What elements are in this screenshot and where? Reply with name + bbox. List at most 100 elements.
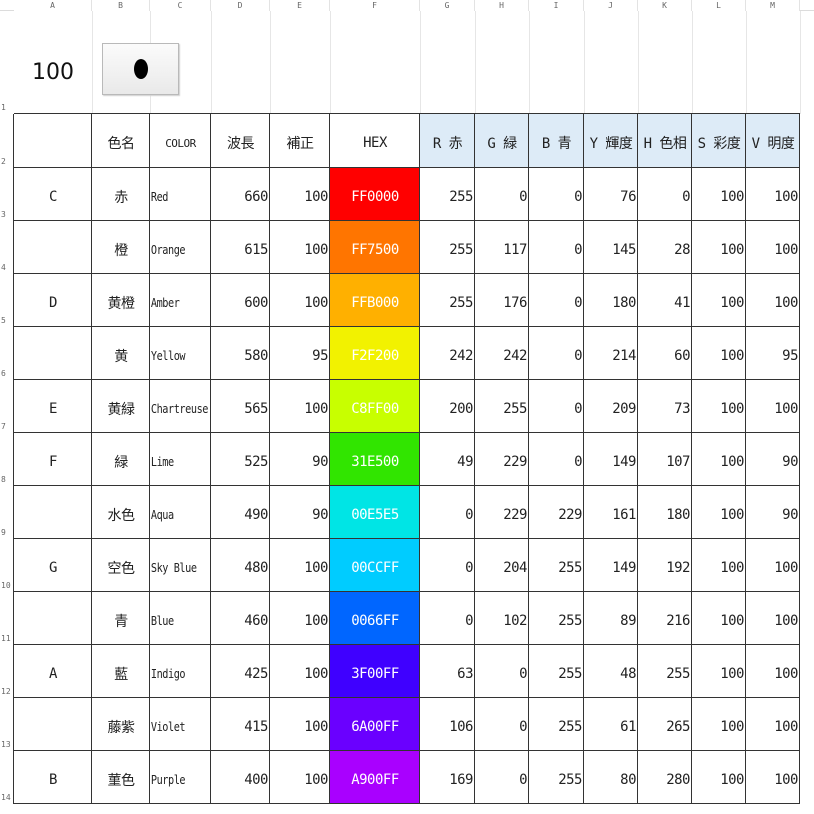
cell-g[interactable]: 0 bbox=[475, 698, 529, 751]
cell-s[interactable]: 100 bbox=[692, 327, 746, 380]
cell-wl[interactable]: 600 bbox=[211, 274, 270, 327]
cell-h[interactable]: 180 bbox=[638, 486, 692, 539]
cell-key[interactable]: E bbox=[14, 380, 92, 433]
cell-b[interactable]: 255 bbox=[529, 592, 584, 645]
cell-b[interactable]: 0 bbox=[529, 327, 584, 380]
cell-wl[interactable]: 480 bbox=[211, 539, 270, 592]
cell-en[interactable]: Aqua bbox=[150, 486, 211, 539]
cell-y[interactable]: 48 bbox=[584, 645, 638, 698]
cell-r[interactable]: 242 bbox=[420, 327, 475, 380]
cell-jp[interactable]: 青 bbox=[92, 592, 150, 645]
cell-key[interactable] bbox=[14, 327, 92, 380]
cell-wl[interactable]: 460 bbox=[211, 592, 270, 645]
cell-key[interactable]: F bbox=[14, 433, 92, 486]
cell-en[interactable]: Lime bbox=[150, 433, 211, 486]
row-header-13[interactable]: 13 bbox=[0, 698, 13, 751]
cell-y[interactable]: 149 bbox=[584, 539, 638, 592]
cell-h[interactable]: 73 bbox=[638, 380, 692, 433]
row-header-14[interactable]: 14 bbox=[0, 751, 13, 804]
cell-wl[interactable]: 415 bbox=[211, 698, 270, 751]
hex-color-swatch[interactable]: C8FF00 bbox=[330, 380, 420, 433]
cell-y[interactable]: 61 bbox=[584, 698, 638, 751]
cell-corr[interactable]: 100 bbox=[270, 539, 330, 592]
row-header-3[interactable]: 3 bbox=[0, 168, 13, 221]
cell-b[interactable]: 229 bbox=[529, 486, 584, 539]
column-header-m[interactable]: M bbox=[746, 0, 800, 11]
header-cell-10[interactable]: H 色相 bbox=[638, 114, 692, 168]
header-cell-2[interactable]: COLOR bbox=[150, 114, 211, 168]
cell-wl[interactable]: 425 bbox=[211, 645, 270, 698]
value-cell-a1[interactable]: 100 bbox=[14, 32, 92, 112]
cell-b[interactable]: 0 bbox=[529, 168, 584, 221]
cell-y[interactable]: 214 bbox=[584, 327, 638, 380]
column-header-g[interactable]: G bbox=[420, 0, 475, 11]
cell-en[interactable]: Chartreuse bbox=[150, 380, 211, 433]
row-header-2[interactable]: 2 bbox=[0, 114, 13, 168]
cell-s[interactable]: 100 bbox=[692, 592, 746, 645]
cell-jp[interactable]: 赤 bbox=[92, 168, 150, 221]
cell-corr[interactable]: 90 bbox=[270, 433, 330, 486]
hex-color-swatch[interactable]: 3F00FF bbox=[330, 645, 420, 698]
row-header-1[interactable]: 1 bbox=[0, 11, 13, 114]
cell-key[interactable]: B bbox=[14, 751, 92, 804]
cell-en[interactable]: Yellow bbox=[150, 327, 211, 380]
column-header-l[interactable]: L bbox=[692, 0, 746, 11]
cell-g[interactable]: 229 bbox=[475, 486, 529, 539]
column-header-c[interactable]: C bbox=[150, 0, 211, 11]
cell-corr[interactable]: 100 bbox=[270, 168, 330, 221]
cell-h[interactable]: 216 bbox=[638, 592, 692, 645]
cell-g[interactable]: 0 bbox=[475, 751, 529, 804]
hex-color-swatch[interactable]: FFB000 bbox=[330, 274, 420, 327]
cell-h[interactable]: 280 bbox=[638, 751, 692, 804]
cell-key[interactable] bbox=[14, 592, 92, 645]
cell-y[interactable]: 161 bbox=[584, 486, 638, 539]
cell-corr[interactable]: 100 bbox=[270, 380, 330, 433]
header-cell-key[interactable] bbox=[14, 114, 92, 168]
cell-r[interactable]: 255 bbox=[420, 274, 475, 327]
cell-jp[interactable]: 藤紫 bbox=[92, 698, 150, 751]
cell-jp[interactable]: 黄 bbox=[92, 327, 150, 380]
cell-r[interactable]: 49 bbox=[420, 433, 475, 486]
cell-v[interactable]: 100 bbox=[746, 592, 800, 645]
cell-jp[interactable]: 橙 bbox=[92, 221, 150, 274]
cell-b[interactable]: 255 bbox=[529, 539, 584, 592]
cell-v[interactable]: 95 bbox=[746, 327, 800, 380]
cell-v[interactable]: 100 bbox=[746, 539, 800, 592]
column-header-b[interactable]: B bbox=[92, 0, 150, 11]
cell-h[interactable]: 107 bbox=[638, 433, 692, 486]
cell-key[interactable] bbox=[14, 698, 92, 751]
cell-b[interactable]: 0 bbox=[529, 221, 584, 274]
cell-corr[interactable]: 100 bbox=[270, 645, 330, 698]
cell-s[interactable]: 100 bbox=[692, 221, 746, 274]
cell-y[interactable]: 209 bbox=[584, 380, 638, 433]
cell-v[interactable]: 100 bbox=[746, 380, 800, 433]
cell-s[interactable]: 100 bbox=[692, 433, 746, 486]
cell-key[interactable]: A bbox=[14, 645, 92, 698]
cell-r[interactable]: 200 bbox=[420, 380, 475, 433]
hex-color-swatch[interactable]: 00E5E5 bbox=[330, 486, 420, 539]
header-cell-7[interactable]: G 緑 bbox=[475, 114, 529, 168]
header-cell-5[interactable]: HEX bbox=[330, 114, 420, 168]
cell-s[interactable]: 100 bbox=[692, 380, 746, 433]
cell-corr[interactable]: 90 bbox=[270, 486, 330, 539]
cell-jp[interactable]: 緑 bbox=[92, 433, 150, 486]
cell-s[interactable]: 100 bbox=[692, 751, 746, 804]
cell-b[interactable]: 0 bbox=[529, 380, 584, 433]
cell-h[interactable]: 60 bbox=[638, 327, 692, 380]
cell-b[interactable]: 0 bbox=[529, 274, 584, 327]
header-cell-8[interactable]: B 青 bbox=[529, 114, 584, 168]
column-header-h[interactable]: H bbox=[475, 0, 529, 11]
cell-v[interactable]: 100 bbox=[746, 698, 800, 751]
cell-y[interactable]: 145 bbox=[584, 221, 638, 274]
column-header-j[interactable]: J bbox=[584, 0, 638, 11]
cell-key[interactable] bbox=[14, 221, 92, 274]
header-cell-1[interactable]: 色名 bbox=[92, 114, 150, 168]
header-cell-6[interactable]: R 赤 bbox=[420, 114, 475, 168]
cell-en[interactable]: Violet bbox=[150, 698, 211, 751]
cell-wl[interactable]: 580 bbox=[211, 327, 270, 380]
cell-corr[interactable]: 100 bbox=[270, 274, 330, 327]
column-header-e[interactable]: E bbox=[270, 0, 330, 11]
cell-g[interactable]: 102 bbox=[475, 592, 529, 645]
cell-wl[interactable]: 400 bbox=[211, 751, 270, 804]
cell-g[interactable]: 204 bbox=[475, 539, 529, 592]
